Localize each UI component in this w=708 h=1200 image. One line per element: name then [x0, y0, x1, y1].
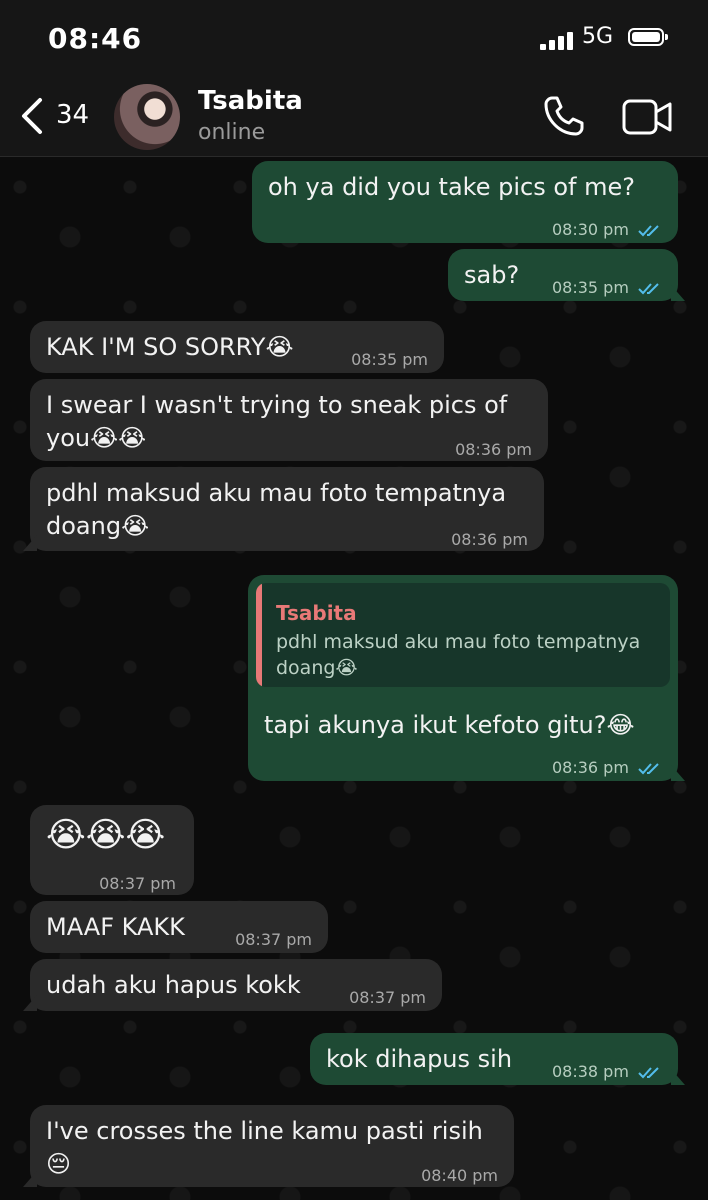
status-bar: 08:46 5G [0, 0, 708, 78]
message-text: 😭😭😭 [46, 815, 166, 855]
message-time: 08:37 pm [349, 988, 426, 1007]
message-text: tapi akunya ikut kefoto gitu?😂 [264, 711, 635, 739]
message-time: 08:37 pm [235, 930, 312, 949]
message-time: 08:36 pm [551, 758, 629, 777]
message-time: 08:38 pm [551, 1062, 629, 1081]
unread-count: 34 [56, 100, 90, 130]
message-meta: 08:35 pm [552, 271, 662, 304]
message-text: kok dihapus sih [326, 1045, 513, 1073]
message-bubble[interactable]: KAK I'M SO SORRY😭 08:35 pm [30, 321, 444, 373]
message-time: 08:37 pm [99, 874, 176, 893]
back-chevron-icon [22, 98, 42, 134]
message-bubble[interactable]: pdhl maksud aku mau foto tempatnya doang… [23, 467, 544, 551]
message-time: 08:36 pm [455, 440, 532, 459]
contact-status: online [198, 120, 266, 145]
video-call-button[interactable] [622, 98, 674, 136]
back-button[interactable]: 34 [14, 94, 104, 138]
message-text: MAAF KAKK [46, 913, 185, 941]
contact-name[interactable]: Tsabita [198, 86, 303, 116]
message-text: udah aku hapus kokk [46, 971, 301, 999]
message-meta: 08:36 pm [552, 751, 662, 784]
double-check-icon [638, 224, 659, 236]
video-camera-icon [622, 99, 672, 135]
double-check-icon [638, 762, 659, 774]
quoted-message[interactable]: Tsabita pdhl maksud aku mau foto tempatn… [256, 583, 670, 687]
message-text: oh ya did you take pics of me? [268, 173, 635, 201]
signal-icon [540, 30, 576, 50]
chat-header: 34 Tsabita online [0, 78, 708, 157]
message-bubble[interactable]: kok dihapus sih 08:38 pm [310, 1033, 685, 1088]
voice-call-button[interactable] [542, 94, 586, 138]
chat-area[interactable]: oh ya did you take pics of me? 08:30 pm … [0, 157, 708, 1200]
quote-text: pdhl maksud aku mau foto tempatnya doang… [276, 631, 641, 679]
message-time: 08:35 pm [551, 278, 629, 297]
message-bubble[interactable]: I've crosses the line kamu pasti risih 😔… [23, 1105, 514, 1187]
message-text: KAK I'M SO SORRY😭 [46, 333, 294, 361]
message-bubble[interactable]: sab? 08:35 pm [448, 249, 685, 304]
quote-author: Tsabita [276, 601, 357, 625]
quote-bar [256, 583, 262, 687]
message-bubble[interactable]: I swear I wasn't trying to sneak pics of… [30, 379, 548, 461]
phone-icon [544, 96, 584, 136]
message-bubble[interactable]: udah aku hapus kokk 08:37 pm [23, 959, 442, 1011]
message-text: sab? [464, 261, 520, 289]
double-check-icon [638, 1066, 659, 1078]
message-bubble[interactable]: 😭😭😭 08:37 pm [30, 805, 194, 895]
message-time: 08:36 pm [451, 530, 528, 549]
status-time: 08:46 [48, 22, 143, 55]
double-check-icon [638, 282, 659, 294]
message-time: 08:35 pm [351, 350, 428, 369]
avatar[interactable] [114, 84, 180, 150]
network-type: 5G [582, 24, 614, 49]
message-text: pdhl maksud aku mau foto tempatnya doang… [46, 479, 507, 540]
battery-icon [628, 28, 668, 46]
message-meta: 08:38 pm [552, 1055, 662, 1088]
message-bubble[interactable]: MAAF KAKK 08:37 pm [30, 901, 328, 953]
message-time: 08:40 pm [421, 1166, 498, 1185]
message-bubble[interactable]: Tsabita pdhl maksud aku mau foto tempatn… [248, 575, 685, 784]
message-meta: 08:30 pm [552, 213, 662, 246]
message-time: 08:30 pm [551, 220, 629, 239]
message-bubble[interactable]: oh ya did you take pics of me? 08:30 pm [252, 161, 678, 243]
